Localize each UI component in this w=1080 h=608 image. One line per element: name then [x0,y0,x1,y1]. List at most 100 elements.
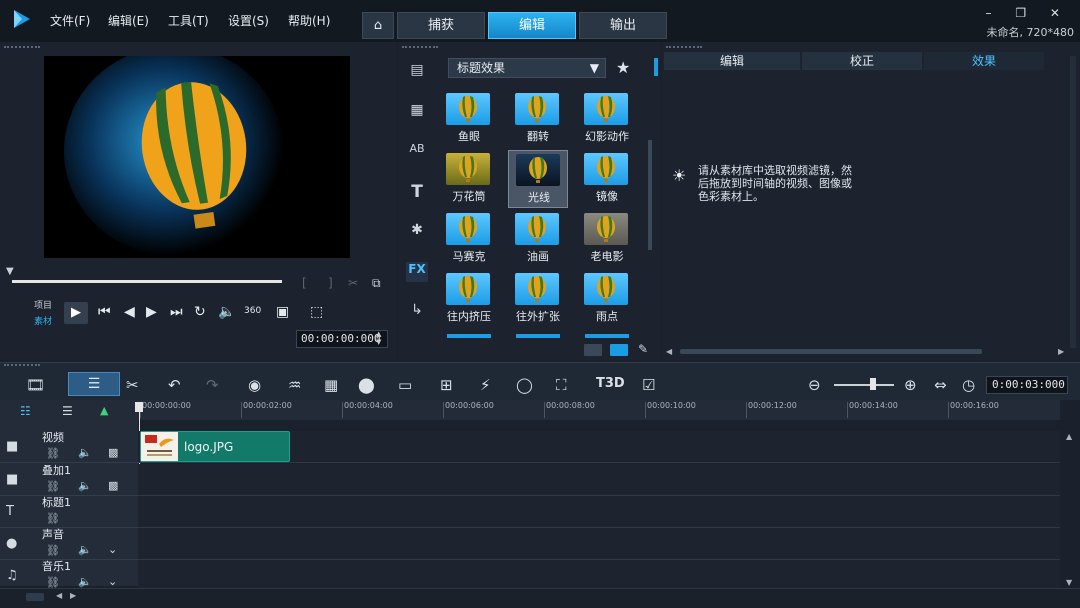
scroll-right-icon[interactable]: ▶ [1058,347,1064,356]
track-volume-icon[interactable]: 🔈 [78,479,92,492]
view-list-icon[interactable] [584,344,602,356]
panel-grip[interactable] [4,364,40,368]
repeat-icon[interactable]: ↻ [194,304,206,320]
library-scrollbar[interactable] [648,140,652,250]
playhead-handle[interactable] [135,402,143,412]
zoom-out-icon[interactable]: ⊖ [808,376,821,394]
panel-grip[interactable] [402,46,438,50]
subtitle-editor-icon[interactable]: ▭ [398,376,412,394]
timeline-scroll-left-icon[interactable]: ◀ [56,591,62,600]
tab-capture[interactable]: 捕获 [397,12,485,39]
effect-thumbnail-partial[interactable] [447,334,491,338]
link-icon[interactable]: ⛓ [46,447,60,460]
menu-settings[interactable]: 设置(S) [228,12,269,29]
split-icon[interactable]: ✂ [348,276,358,290]
media-library-icon[interactable]: ▤ [406,62,428,82]
timecode-stepper[interactable]: ▲ ▼ [376,330,381,346]
scrubber-bar[interactable] [12,280,282,283]
crop-icon[interactable]: ⬚ [310,304,323,320]
next-frame-icon[interactable]: ▶ [146,304,157,320]
auto-music-icon[interactable]: ▦ [324,376,338,394]
track-manager-icon[interactable]: ☷ [20,404,31,418]
effect-item[interactable]: 鱼眼 [439,90,499,148]
effect-item[interactable]: 雨点 [577,270,637,328]
effect-item[interactable]: 翻转 [508,90,568,148]
redo-icon[interactable]: ↷ [206,376,219,394]
mark-out-icon[interactable]: ] [328,276,333,290]
zoom-in-icon[interactable]: ⊕ [904,376,917,394]
fit-project-icon[interactable]: ⇔ [934,376,947,394]
instant-project-icon[interactable]: ▦ [406,102,428,122]
zoom-slider-handle[interactable] [870,378,876,390]
end-icon[interactable]: ⏭ [170,304,183,320]
tools-icon[interactable]: ✂ [126,376,139,394]
tab-edit[interactable]: 编辑 [488,12,576,39]
link-icon[interactable]: ⛓ [46,512,60,525]
mask-creator-icon[interactable]: ◯ [516,376,533,394]
timeline-scroll-right-icon[interactable]: ▶ [70,591,76,600]
transition-icon[interactable]: AB [406,142,428,162]
track-row[interactable] [138,464,1060,496]
mark-in-icon[interactable]: [ [302,276,307,290]
enlarge-icon[interactable]: ⧉ [372,276,381,291]
effect-item[interactable]: 老电影 [577,210,637,268]
track-visibility-icon[interactable]: ▩ [108,479,118,492]
player-timecode[interactable]: 00:00:00:000 [296,330,388,348]
menu-tools[interactable]: 工具(T) [168,12,209,29]
timeline-zoom-icon[interactable] [26,593,44,601]
add-favorite-icon[interactable]: ★ [616,58,630,77]
music-track-icon[interactable]: ♫ [6,568,18,583]
overlay-track-icon[interactable]: ■ [6,472,18,487]
track-row[interactable] [138,528,1060,560]
track-volume-icon[interactable]: 🔈 [78,446,92,459]
tab-options-effect[interactable]: 效果 [924,52,1044,70]
effect-item[interactable]: 马赛克 [439,210,499,268]
zoom-slider[interactable] [834,384,894,386]
motion-track-icon[interactable]: ⬤ [358,376,375,394]
effect-item[interactable]: 镜像 [577,150,637,208]
aspect-icon[interactable]: ▣ [276,304,289,320]
multicam-icon[interactable]: ⊞ [440,376,453,394]
graphics-icon[interactable]: ✱ [406,222,428,242]
undo-icon[interactable]: ↶ [168,376,181,394]
path-icon[interactable]: ↳ [406,302,428,322]
filter-fx-icon[interactable]: FX [406,262,428,282]
timeline-scroll-down-icon[interactable]: ▼ [1066,578,1072,587]
play-button[interactable]: ▶ [64,302,88,324]
effect-item[interactable]: 万花筒 [439,150,499,208]
timeline-view-button[interactable]: ☰ [68,372,120,396]
effect-thumbnail-partial[interactable] [516,334,560,338]
track-volume-icon[interactable]: 🔈 [78,543,92,556]
project-duration[interactable]: 0:00:03:000 [986,376,1068,394]
link-icon[interactable]: ⛓ [46,480,60,493]
panel-grip[interactable] [4,46,40,50]
link-icon[interactable]: ⛓ [46,544,60,557]
chevron-down-icon[interactable]: ⌄ [108,575,117,588]
audio-mixer-icon[interactable]: ♒ [288,376,301,394]
options-vscroll[interactable] [1070,56,1076,348]
track-visibility-icon[interactable]: ▩ [108,446,118,459]
home-button[interactable]: ⌂ [362,12,394,39]
home-start-icon[interactable]: ⏮ [98,304,111,320]
video-track-icon[interactable]: ■ [6,439,18,454]
menu-help[interactable]: 帮助(H) [288,12,330,29]
vr-360-button[interactable]: 360 [244,306,261,316]
prev-frame-icon[interactable]: ◀ [124,304,135,320]
effect-item[interactable]: 光线 [508,150,568,208]
volume-icon[interactable]: 🔈 [218,304,235,320]
3d-title-button[interactable]: T3D [596,376,625,391]
effect-item[interactable]: 往内挤压 [439,270,499,328]
filter-category-select[interactable]: 标题效果 ▼ [448,58,606,78]
effect-item[interactable]: 幻影动作 [577,90,637,148]
options-hscroll[interactable] [680,349,982,354]
track-row[interactable] [138,496,1060,528]
enable-ripple-icon[interactable]: ▲ [100,404,108,417]
panel-grip[interactable] [666,46,702,50]
scroll-left-icon[interactable]: ◀ [666,347,672,356]
timeline-scroll-up-icon[interactable]: ▲ [1066,432,1072,441]
menu-file[interactable]: 文件(F) [50,12,90,29]
menu-edit[interactable]: 编辑(E) [108,12,149,29]
project-mode-label[interactable]: 项目 [34,298,52,311]
storyboard-view-icon[interactable]: 🎞 [26,376,45,394]
batch-icon[interactable]: ☑ [642,376,655,394]
